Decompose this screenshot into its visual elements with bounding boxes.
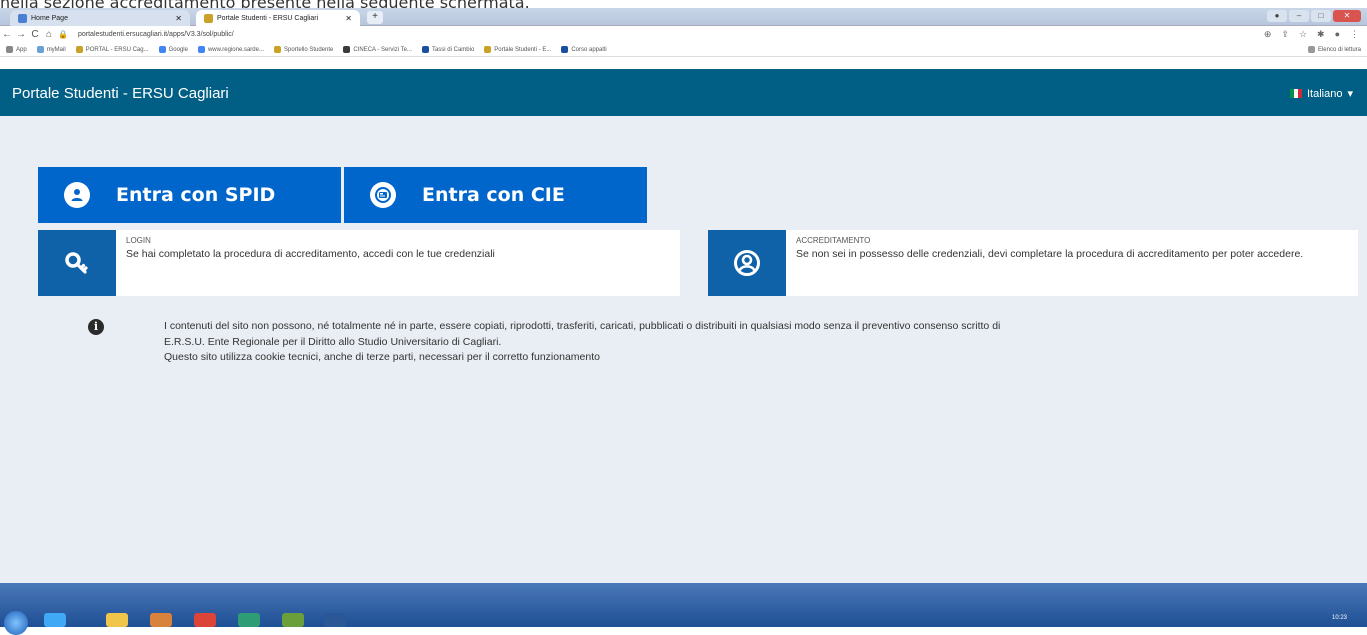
info-lines: I contenuti del sito non possono, né tot… [164, 319, 1000, 366]
accreditamento-card-title: ACCREDITAMENTO [796, 236, 871, 245]
bookmark-item[interactable]: Corso appalti [561, 46, 607, 53]
caret-down-icon: ▾ [1347, 88, 1353, 100]
accreditamento-card-description: Se non sei in possesso delle credenziali… [796, 248, 1304, 260]
reading-list-icon [1307, 46, 1315, 53]
language-label: Italiano [1306, 87, 1343, 100]
tab-title: Home Page [31, 14, 68, 22]
cie-button-label: Entra con CIE [422, 184, 565, 206]
publisher-taskbar-icon[interactable] [238, 613, 260, 627]
apps-icon [6, 46, 13, 53]
home-button[interactable]: ⌂ [42, 29, 56, 40]
app-header: Portale Studenti - ERSU Cagliari Italian… [0, 69, 1367, 116]
tab-close-icon[interactable]: ✕ [345, 14, 352, 23]
app-taskbar-icon[interactable] [282, 613, 304, 627]
google-icon [197, 46, 205, 53]
reading-list[interactable]: Elenco di lettura [1307, 46, 1367, 53]
spid-button-label: Entra con SPID [116, 184, 276, 206]
cie-login-button[interactable]: Entra con CIE [344, 167, 647, 223]
zoom-icon[interactable]: ⊕ [1264, 29, 1272, 40]
bookmark-favicon-icon [36, 46, 44, 53]
accreditamento-card-text: ACCREDITAMENTO Se non sei in possesso de… [786, 230, 1313, 296]
login-card-description: Se hai completato la procedura di accred… [126, 248, 495, 260]
bookmark-item[interactable]: App [6, 46, 27, 53]
key-icon-cell [38, 230, 116, 296]
main-content: Entra con SPID Entra con CIE LOGIN Se ha… [0, 116, 1367, 583]
bookmark-favicon-icon [421, 46, 429, 53]
user-circle-icon-cell [708, 230, 786, 296]
bookmark-favicon-icon [561, 46, 569, 53]
accreditamento-card[interactable]: ACCREDITAMENTO Se non sei in possesso de… [708, 230, 1358, 296]
cie-icon-cell [344, 167, 422, 223]
info-line: Questo sito utilizza cookie tecnici, anc… [164, 351, 600, 363]
bookmark-item[interactable]: CINECA - Servizi Te... [343, 46, 412, 53]
bookmark-item[interactable]: PORTAL - ERSU Cag... [75, 46, 149, 53]
lock-icon[interactable]: 🔒 [56, 30, 70, 39]
login-card-text: LOGIN Se hai completato la procedura di … [116, 230, 505, 296]
windows-taskbar: 10:23 [0, 583, 1367, 635]
language-selector[interactable]: Italiano ▾ [1289, 87, 1353, 100]
start-button[interactable] [4, 611, 28, 635]
bookmark-favicon-icon [484, 46, 492, 53]
info-icon: i [88, 319, 104, 335]
reload-button[interactable]: C [28, 29, 42, 40]
address-bar: ← → C ⌂ 🔒 portalestudenti.ersucagliari.i… [0, 26, 1367, 43]
url-field[interactable]: portalestudenti.ersucagliari.it/apps/V3.… [78, 31, 234, 38]
bookmark-favicon-icon [273, 46, 281, 53]
profile-avatar-icon[interactable]: ● [1335, 29, 1340, 40]
address-actions: ⊕ ⇪ ☆ ✱ ● ⋮ [1264, 29, 1367, 40]
bookmark-star-icon[interactable]: ☆ [1299, 29, 1307, 40]
tab-strip: Home Page ✕ Portale Studenti - ERSU Cagl… [0, 8, 1367, 26]
info-line: E.R.S.U. Ente Regionale per il Diritto a… [164, 335, 502, 348]
bookmark-item[interactable]: Sportello Studente [273, 46, 333, 53]
spid-icon-cell [38, 167, 116, 223]
bookmark-item[interactable]: myMail [36, 46, 66, 53]
folder-taskbar-icon[interactable] [106, 613, 128, 627]
browser-window: Home Page ✕ Portale Studenti - ERSU Cagl… [0, 8, 1367, 635]
maximize-button[interactable]: □ [1311, 10, 1331, 22]
spid-user-icon [64, 182, 90, 208]
bookmark-item[interactable]: Portale Studenti - E... [484, 46, 551, 53]
media-taskbar-icon[interactable] [150, 613, 172, 627]
ie-taskbar-icon[interactable] [44, 613, 66, 627]
login-card-title: LOGIN [126, 236, 151, 245]
tab-portale-studenti[interactable]: Portale Studenti - ERSU Cagliari ✕ [196, 10, 360, 26]
info-line: I contenuti del sito non possono, né tot… [164, 320, 1001, 332]
close-window-button[interactable]: ✕ [1333, 10, 1361, 22]
minimize-button[interactable]: – [1289, 10, 1309, 22]
extensions-icon[interactable]: ✱ [1317, 29, 1325, 40]
bookmark-item[interactable]: Google [158, 46, 188, 53]
bookmark-favicon-icon [343, 46, 351, 53]
forward-button[interactable]: → [14, 29, 28, 40]
tab-favicon-icon [204, 13, 213, 23]
share-icon[interactable]: ⇪ [1281, 29, 1289, 40]
new-tab-button[interactable]: + [367, 11, 383, 24]
cie-id-icon [370, 182, 396, 208]
bookmarks-bar: App myMail PORTAL - ERSU Cag... Google w… [0, 43, 1367, 57]
tab-home-page[interactable]: Home Page ✕ [10, 10, 190, 26]
bookmark-item[interactable]: www.regione.sarde... [197, 46, 264, 53]
back-button[interactable]: ← [0, 29, 14, 40]
key-icon [65, 252, 88, 274]
tab-close-icon[interactable]: ✕ [175, 14, 182, 23]
brand-title[interactable]: Portale Studenti - ERSU Cagliari [12, 85, 229, 102]
clock[interactable]: 10:23 [1332, 615, 1347, 621]
tab-favicon-icon [18, 13, 27, 23]
bookmark-favicon-icon [75, 46, 83, 53]
login-card[interactable]: LOGIN Se hai completato la procedura di … [38, 230, 680, 296]
spid-login-button[interactable]: Entra con SPID [38, 167, 341, 223]
menu-icon[interactable]: ⋮ [1350, 29, 1359, 40]
user-circle-icon [734, 250, 760, 276]
italy-flag-icon [1289, 89, 1302, 98]
tab-title: Portale Studenti - ERSU Cagliari [217, 14, 319, 22]
google-icon [158, 46, 166, 53]
word-taskbar-icon[interactable] [324, 613, 346, 627]
window-controls: ● – □ ✕ [1267, 10, 1361, 22]
bookmark-item[interactable]: Tassi di Cambio [421, 46, 474, 53]
chrome-taskbar-icon[interactable] [194, 613, 216, 627]
profile-icon[interactable]: ● [1267, 10, 1287, 22]
